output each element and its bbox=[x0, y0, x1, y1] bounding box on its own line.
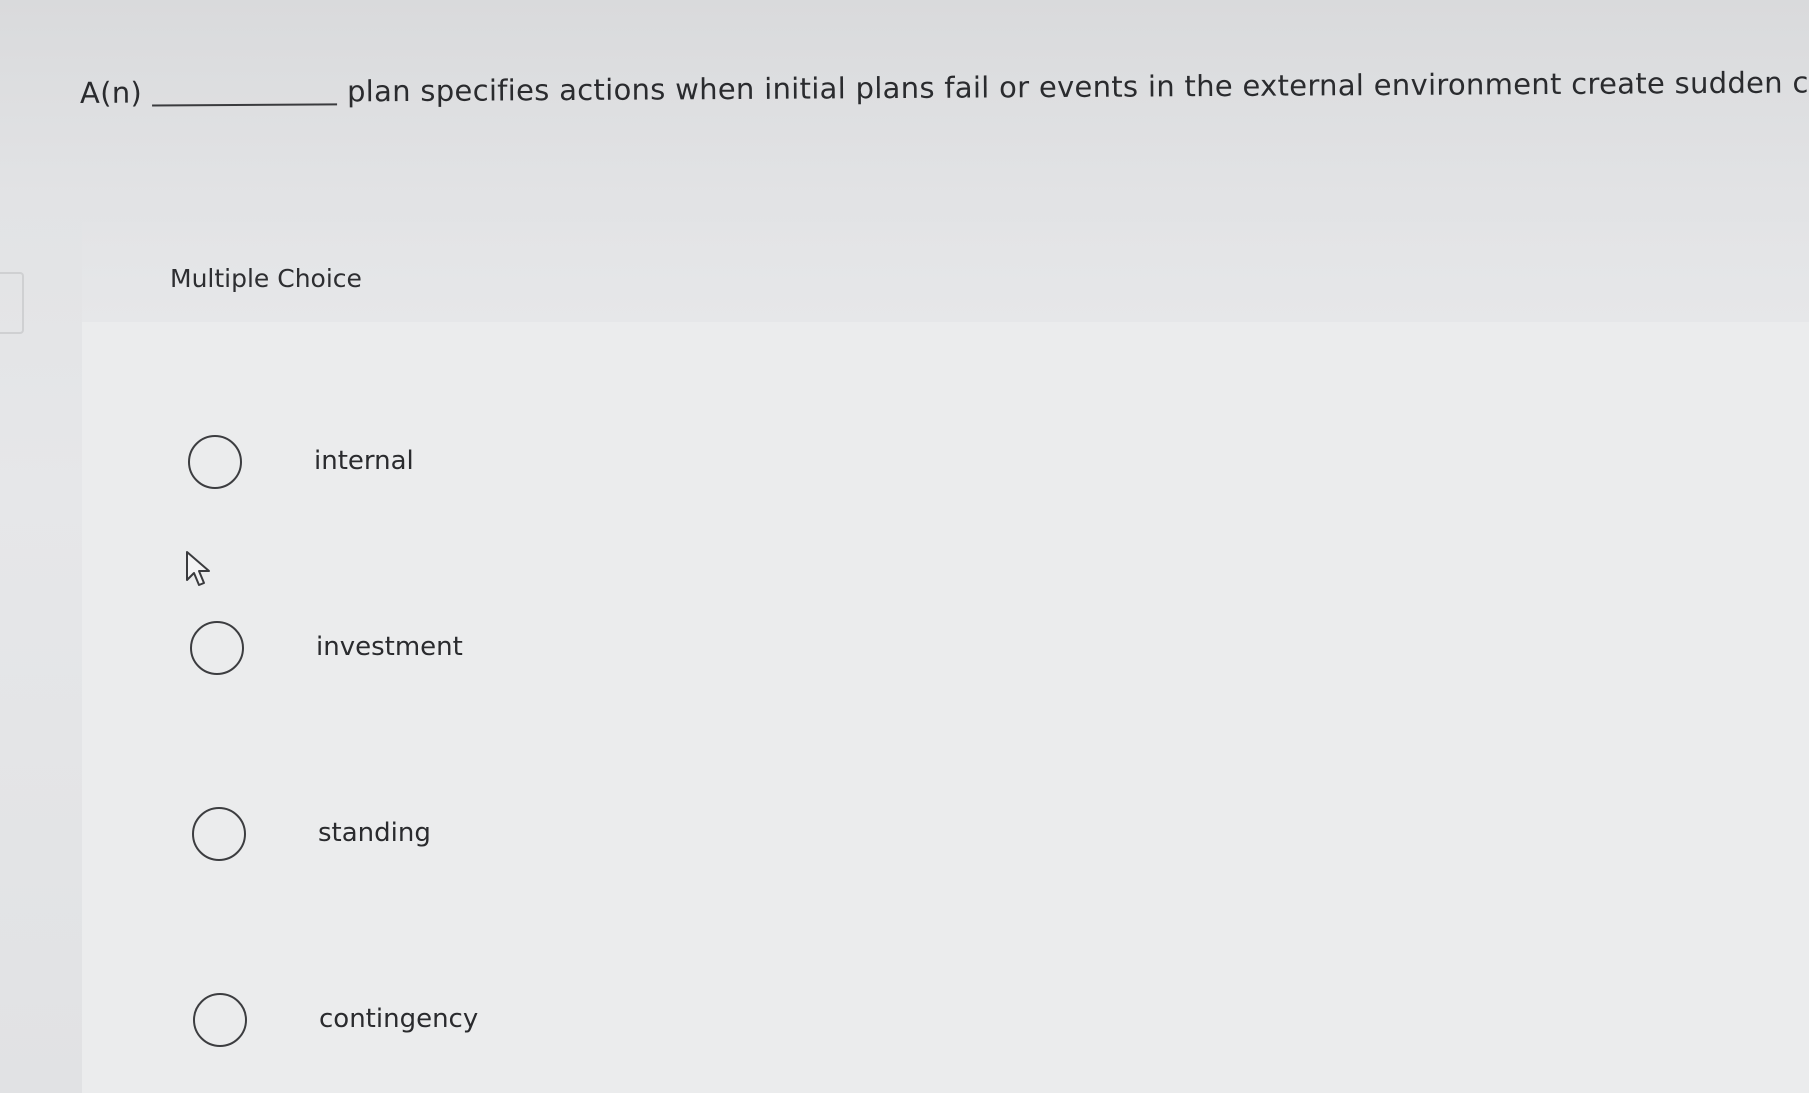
option-label: internal bbox=[314, 446, 414, 476]
option-internal[interactable]: internal bbox=[188, 435, 788, 495]
option-label: investment bbox=[316, 632, 463, 662]
option-standing[interactable]: standing bbox=[188, 807, 788, 867]
radio-unchecked-icon[interactable] bbox=[190, 621, 244, 675]
option-investment[interactable]: investment bbox=[188, 621, 788, 681]
option-contingency[interactable]: contingency bbox=[188, 993, 788, 1053]
answer-card: Multiple Choice internal investment stan… bbox=[82, 222, 1809, 1093]
answer-card-header: Multiple Choice bbox=[82, 222, 1809, 322]
option-label: standing bbox=[318, 818, 431, 848]
multiple-choice-title: Multiple Choice bbox=[170, 264, 362, 293]
question-prefix: A(n) bbox=[79, 75, 143, 110]
side-panel-tab[interactable] bbox=[0, 272, 24, 334]
mouse-pointer-icon bbox=[186, 551, 210, 586]
option-label: contingency bbox=[319, 1004, 479, 1034]
question-text: A(n) plan specifies actions when initial … bbox=[80, 65, 1809, 110]
answer-blank bbox=[152, 101, 338, 107]
radio-unchecked-icon[interactable] bbox=[193, 993, 247, 1047]
radio-unchecked-icon[interactable] bbox=[192, 807, 246, 861]
question-stem: plan specifies actions when initial plan… bbox=[346, 65, 1809, 109]
radio-unchecked-icon[interactable] bbox=[188, 435, 242, 489]
